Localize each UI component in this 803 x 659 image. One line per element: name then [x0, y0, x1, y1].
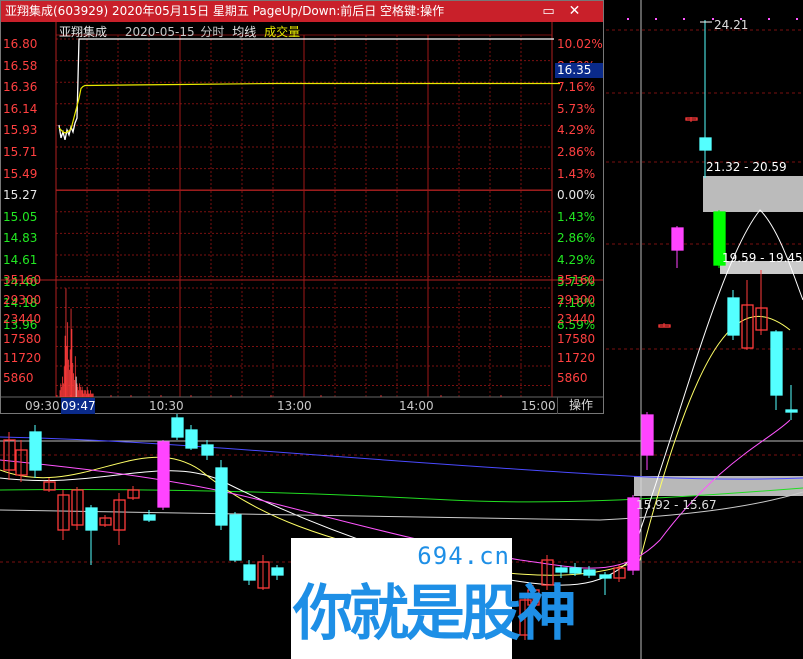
- price-tick-3: 16.14: [3, 101, 38, 116]
- candle-body: [699, 137, 712, 151]
- price-tick-2: 16.36: [3, 80, 38, 95]
- price-tick-7: 15.27: [3, 188, 38, 203]
- avg-line-legend[interactable]: 均线: [232, 25, 256, 39]
- chart-date: 2020-05-15: [124, 25, 195, 39]
- vol-tick-right-0: 35160: [557, 273, 596, 287]
- pct-tick-10: 4.29%: [557, 253, 596, 267]
- vol-tick-left-1: 29300: [3, 292, 42, 307]
- vol-tick-left-0: 35160: [3, 273, 42, 287]
- candle-body: [243, 564, 256, 581]
- time-label-1400: 14:00: [399, 399, 434, 413]
- time-label-1300: 13:00: [277, 399, 312, 413]
- volume-legend[interactable]: 成交量: [264, 25, 300, 39]
- pct-tick-4: 4.29%: [557, 123, 596, 138]
- pct-tick-3: 5.73%: [557, 101, 596, 116]
- candle-body: [641, 414, 654, 456]
- candle-body: [555, 567, 568, 573]
- pct-tick-2: 7.16%: [557, 80, 596, 95]
- vol-tick-right-3: 17580: [557, 331, 596, 346]
- price-tick-10: 14.61: [3, 253, 38, 267]
- top-marker: [796, 18, 798, 20]
- pct-tick-7: 0.00%: [557, 188, 596, 203]
- support-zone-label: 19.59 - 19.45: [722, 251, 803, 265]
- popup-title-bar[interactable]: 亚翔集成(603929) 2020年05月15日 星期五 PageUp/Down…: [1, 1, 603, 22]
- vol-tick-left-2: 23440: [3, 312, 42, 326]
- candle-body: [157, 441, 170, 508]
- gap-zone-label: 15.92 - 15.67: [636, 498, 717, 512]
- candle-body: [171, 417, 184, 438]
- candle-body: [583, 569, 596, 576]
- stock-name: 亚翔集成: [59, 25, 108, 39]
- intraday-popup-window[interactable]: 亚翔集成(603929) 2020年05月15日 星期五 PageUp/Down…: [0, 0, 604, 414]
- chart-header: 亚翔集成 2020-05-15 分时 均线 成交量: [59, 23, 300, 41]
- vol-tick-right-2: 23440: [557, 312, 596, 326]
- vol-tick-left-3: 17580: [3, 331, 42, 346]
- pct-tick-9: 2.86%: [557, 231, 596, 246]
- popup-title: 亚翔集成(603929) 2020年05月15日 星期五 PageUp/Down…: [5, 4, 445, 18]
- top-marker: [655, 18, 657, 20]
- price-tick-6: 15.49: [3, 166, 38, 181]
- candle-body: [770, 331, 783, 396]
- vol-tick-right-5: 5860: [557, 370, 588, 385]
- candle-body: [215, 467, 228, 526]
- watermark-slogan: 你就是股神: [293, 579, 577, 649]
- top-marker: [768, 18, 770, 20]
- candle-body: [143, 514, 156, 521]
- operate-button[interactable]: 操作: [557, 397, 604, 414]
- candle-body: [271, 567, 284, 576]
- current-price-tag: 16.35: [555, 63, 603, 78]
- candle-body: [569, 567, 582, 574]
- price-tick-0: 16.80: [3, 37, 38, 51]
- vol-tick-right-4: 11720: [557, 351, 596, 365]
- resistance-zone-label: 21.32 - 20.59: [706, 160, 787, 174]
- candle-body: [29, 431, 42, 471]
- pct-tick-6: 1.43%: [557, 166, 596, 181]
- price-line: [58, 38, 554, 141]
- vol-tick-left-4: 11720: [3, 351, 42, 365]
- price-tick-5: 15.71: [3, 145, 38, 159]
- candle-body: [671, 227, 684, 251]
- pct-tick-0: 10.02%: [557, 37, 603, 51]
- resistance-zone: [703, 176, 803, 212]
- time-label-1030: 10:30: [149, 399, 184, 413]
- time-label-open: 09:30: [25, 399, 60, 413]
- time-label-1500: 15:00: [521, 399, 556, 413]
- price-tick-1: 16.58: [3, 58, 38, 73]
- candle-body: [185, 429, 198, 449]
- candle-body: [201, 444, 214, 456]
- candle-body: [599, 574, 612, 579]
- price-tick-9: 14.83: [3, 231, 38, 246]
- restore-icon[interactable]: ▭: [541, 4, 556, 19]
- candle-body: [727, 297, 740, 336]
- candle-body: [229, 514, 242, 561]
- candle-body: [85, 507, 98, 531]
- moving-average-line-0: [0, 436, 803, 480]
- pct-tick-8: 1.43%: [557, 209, 596, 224]
- chart-mode: 分时: [200, 25, 225, 39]
- pct-tick-5: 2.86%: [557, 145, 596, 159]
- close-icon[interactable]: ✕: [567, 4, 582, 19]
- high-price-label: 24.21: [714, 18, 749, 32]
- top-marker: [627, 18, 629, 20]
- vol-tick-right-1: 29300: [557, 292, 596, 307]
- price-tick-4: 15.93: [3, 123, 38, 138]
- time-label-cursor: 09:47: [61, 398, 96, 414]
- price-tick-8: 15.05: [3, 209, 38, 224]
- intraday-chart: [1, 22, 603, 398]
- watermark-logo: 694.cn 你就是股神: [291, 538, 577, 659]
- candle-body: [785, 409, 798, 413]
- vol-tick-left-5: 5860: [3, 370, 34, 385]
- watermark-url: 694.cn: [417, 542, 510, 570]
- top-marker: [683, 18, 685, 20]
